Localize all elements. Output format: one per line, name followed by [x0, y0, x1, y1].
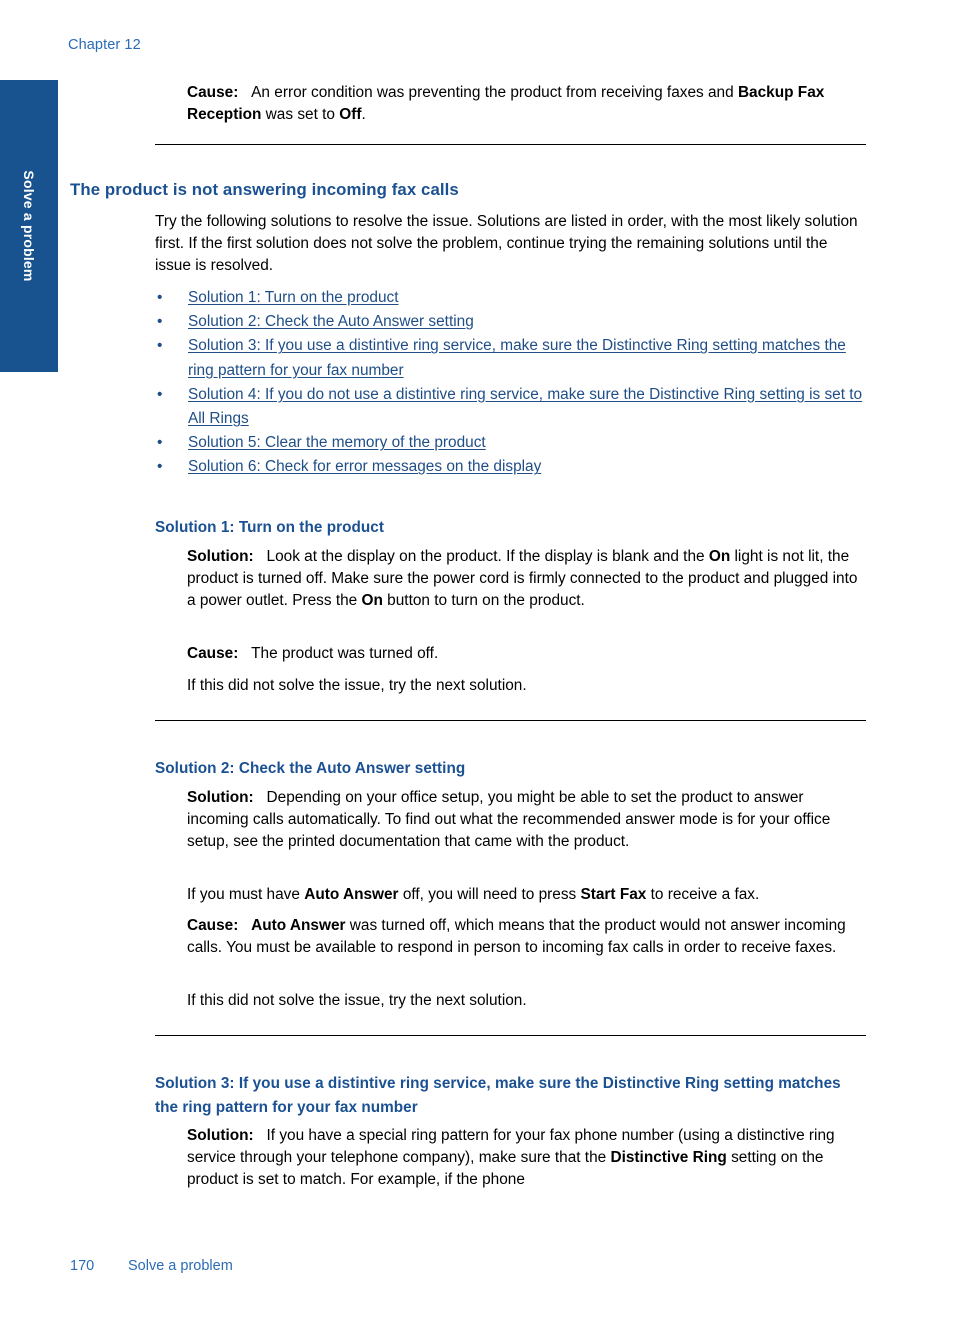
solution-1-cause-label: Cause: — [187, 645, 239, 662]
solution-1-solution-paragraph: Solution: Look at the display on the pro… — [187, 546, 867, 613]
solution-1-bold-on-1: On — [708, 548, 731, 565]
list-item[interactable]: • Solution 6: Check for error messages o… — [155, 455, 870, 479]
solution-2-cause-label: Cause: — [187, 917, 239, 934]
solution-1-solution-text-1: Look at the display on the product. If t… — [266, 548, 709, 565]
solution-1-cause-paragraph: Cause: The product was turned off. — [187, 643, 867, 665]
bullet-icon: • — [157, 458, 163, 476]
solution-2-note-text-1: If you must have — [187, 886, 305, 903]
solution-3-bold-distinctive-ring: Distinctive Ring — [610, 1149, 727, 1167]
list-item[interactable]: • Solution 4: If you do not use a distin… — [155, 383, 870, 431]
solution-2-next-text: If this did not solve the issue, try the… — [187, 992, 527, 1009]
solution-1-bold-on-2: On — [361, 592, 383, 610]
heading-solution-1: Solution 1: Turn on the product — [155, 519, 384, 536]
solution-1-solution-text-3: button to turn on the product. — [382, 592, 585, 610]
top-cause-text-2: was set to — [261, 106, 340, 124]
section-divider-3 — [155, 1035, 866, 1036]
solution-2-bold-auto-answer: Auto Answer — [304, 886, 399, 903]
section-divider-2 — [155, 720, 866, 721]
solution-2-note-text-2: off, you will need to press — [398, 886, 581, 903]
solution-1-solution-label: Solution: — [187, 548, 254, 565]
footer-page-number: 170 — [70, 1258, 95, 1274]
solution-1-cause-text: The product was turned off. — [251, 645, 439, 662]
link-solution-4[interactable]: Solution 4: If you do not use a distinti… — [188, 386, 862, 427]
solution-1-next-paragraph: If this did not solve the issue, try the… — [187, 675, 867, 697]
link-solution-6[interactable]: Solution 6: Check for error messages on … — [188, 458, 541, 475]
footer-title: Solve a problem — [128, 1258, 233, 1274]
solution-2-solution-label: Solution: — [187, 789, 254, 806]
heading-solution-2: Solution 2: Check the Auto Answer settin… — [155, 760, 466, 777]
bullet-icon: • — [157, 313, 163, 331]
solution-2-solution-text: Depending on your office setup, you migh… — [187, 789, 831, 851]
section-intro: Try the following solutions to resolve t… — [155, 211, 867, 278]
list-item[interactable]: • Solution 5: Clear the memory of the pr… — [155, 431, 870, 455]
solution-3-solution-paragraph: Solution: If you have a special ring pat… — [187, 1125, 867, 1192]
solution-3-solution-label: Solution: — [187, 1127, 254, 1144]
list-item[interactable]: • Solution 3: If you use a distintive ri… — [155, 334, 870, 382]
link-solution-3[interactable]: Solution 3: If you use a distintive ring… — [188, 337, 846, 378]
solution-2-note-text-3: to receive a fax. — [646, 886, 760, 903]
list-item[interactable]: • Solution 2: Check the Auto Answer sett… — [155, 310, 870, 334]
thumb-tab-label: Solve a problem — [21, 170, 37, 282]
bullet-icon: • — [157, 337, 163, 355]
solution-link-list: • Solution 1: Turn on the product • Solu… — [155, 286, 870, 480]
solution-2-next-paragraph: If this did not solve the issue, try the… — [187, 990, 867, 1012]
solution-2-cause-bold: Auto Answer — [251, 917, 346, 934]
link-solution-1[interactable]: Solution 1: Turn on the product — [188, 289, 398, 306]
top-cause-label: Cause: — [187, 84, 239, 101]
page-footer: 170 Solve a problem — [70, 1258, 233, 1274]
page-title: The product is not answering incoming fa… — [70, 180, 459, 199]
link-solution-2[interactable]: Solution 2: Check the Auto Answer settin… — [188, 313, 474, 330]
top-cause-text-3: . — [361, 106, 366, 124]
list-item[interactable]: • Solution 1: Turn on the product — [155, 286, 870, 310]
section-divider-1 — [155, 144, 866, 145]
section-intro-text: Try the following solutions to resolve t… — [155, 213, 858, 275]
top-cause-text-1: An error condition was preventing the pr… — [251, 84, 738, 101]
thumb-tab-solve-a-problem: Solve a problem — [0, 80, 58, 372]
solution-2-cause-paragraph: Cause: Auto Answer was turned off, which… — [187, 915, 867, 959]
solution-1-next-text: If this did not solve the issue, try the… — [187, 677, 527, 694]
top-cause-paragraph: Cause: An error condition was preventing… — [187, 82, 867, 126]
solution-2-note-paragraph: If you must have Auto Answer off, you wi… — [187, 884, 867, 906]
bullet-icon: • — [157, 434, 163, 452]
link-solution-5[interactable]: Solution 5: Clear the memory of the prod… — [188, 434, 486, 451]
top-cause-bold-2: Off — [339, 106, 362, 124]
heading-solution-3: Solution 3: If you use a distintive ring… — [155, 1075, 841, 1116]
solution-2-bold-start-fax: Start Fax — [580, 886, 647, 903]
document-page: Chapter 12 Solve a problem Cause: An err… — [0, 0, 954, 1321]
bullet-icon: • — [157, 385, 163, 403]
running-head-chapter: Chapter 12 — [68, 37, 141, 53]
solution-2-solution-paragraph: Solution: Depending on your office setup… — [187, 787, 867, 854]
bullet-icon: • — [157, 289, 163, 306]
